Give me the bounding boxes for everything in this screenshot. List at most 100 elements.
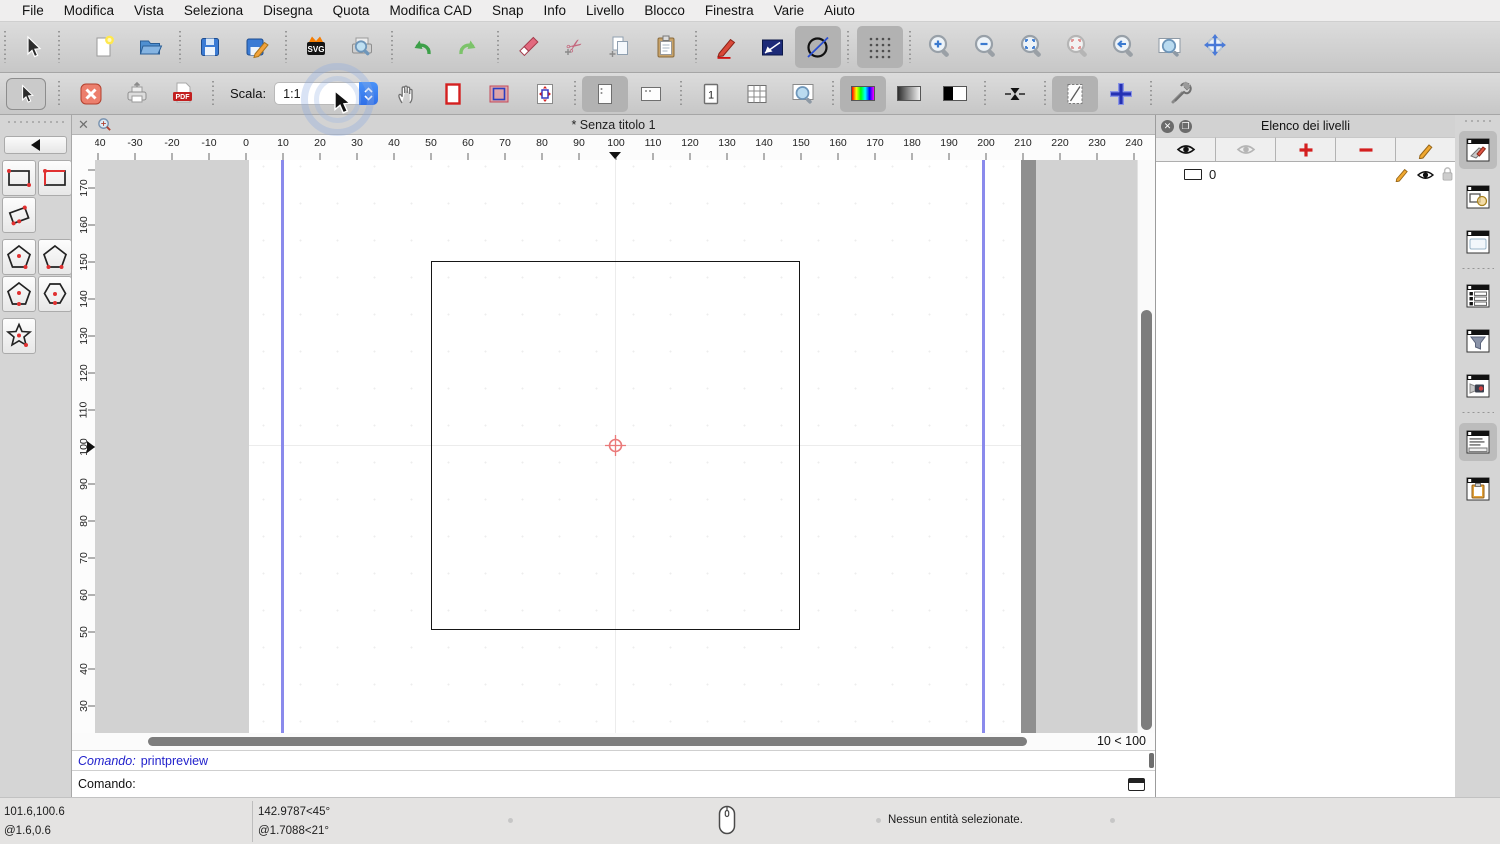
command-input[interactable] [140, 777, 1155, 791]
close-x-icon [78, 81, 104, 107]
open-file-button[interactable] [127, 26, 173, 68]
menu-item[interactable]: Aiuto [814, 3, 865, 18]
multi-page-button[interactable] [734, 76, 780, 112]
menu-item[interactable]: Livello [576, 3, 634, 18]
settings-tools-button[interactable] [1158, 76, 1204, 112]
close-print-preview-button[interactable] [68, 76, 114, 112]
command-window-button[interactable] [1459, 423, 1497, 461]
color-mode-button[interactable] [840, 76, 886, 112]
horizontal-scrollbar[interactable]: 10 < 100 [72, 733, 1155, 750]
remove-layer-button[interactable] [1336, 137, 1396, 161]
menu-item[interactable]: Vista [124, 3, 174, 18]
filter-window-button[interactable] [1462, 322, 1494, 360]
grid-toggle-button[interactable] [857, 26, 903, 68]
show-all-layers-button[interactable] [1156, 137, 1216, 161]
zoom-in-button[interactable] [917, 26, 963, 68]
save-as-button[interactable] [233, 26, 279, 68]
save-button[interactable] [187, 26, 233, 68]
menu-item[interactable]: Finestra [695, 3, 764, 18]
zoom-back-button[interactable] [1101, 26, 1147, 68]
select-arrow-button[interactable] [12, 26, 52, 68]
landscape-orientation-button[interactable] [628, 76, 674, 112]
history-scrollbar-thumb[interactable] [1149, 753, 1154, 768]
command-window-toggle-icon[interactable] [1128, 778, 1145, 791]
menu-item[interactable]: File [12, 3, 54, 18]
zoom-auto-button[interactable] [1009, 26, 1055, 68]
pen-button[interactable] [703, 26, 749, 68]
dock-drag-handle[interactable] [6, 120, 64, 124]
tab-title[interactable]: * Senza titolo 1 [72, 118, 1155, 132]
edit-layer-button[interactable] [1396, 137, 1455, 161]
crosshair-button[interactable] [1098, 76, 1144, 112]
paper-border-button[interactable] [430, 76, 476, 112]
layer-edit-pencil-icon[interactable] [1394, 166, 1410, 182]
undo-button[interactable] [399, 26, 445, 68]
paste-button[interactable] [643, 26, 689, 68]
menu-item[interactable]: Modifica CAD [379, 3, 482, 18]
menu-item[interactable]: Seleziona [174, 3, 253, 18]
layer-select-box[interactable] [1184, 169, 1202, 180]
zoom-previous-view-button[interactable] [1055, 26, 1101, 68]
cut-button[interactable]: ✂ [551, 26, 597, 68]
polygon-2vertices-button[interactable] [38, 239, 72, 275]
zoom-window-button[interactable] [1147, 26, 1193, 68]
blackwhite-mode-button[interactable] [932, 76, 978, 112]
export-pdf-button[interactable]: PDF [160, 76, 206, 112]
circle-attributes-button[interactable] [795, 26, 841, 68]
rectangle-2corners-button[interactable] [2, 160, 36, 196]
pen-properties-window-button[interactable] [1459, 131, 1497, 169]
zoom-pan-button[interactable] [1193, 26, 1239, 68]
layer-lock-icon[interactable] [1441, 166, 1454, 182]
single-page-button[interactable]: 1 [688, 76, 734, 112]
center-on-page-button[interactable] [522, 76, 568, 112]
portrait-orientation-button[interactable] [582, 76, 628, 112]
menu-item[interactable]: Quota [323, 3, 380, 18]
layer-visibility-eye-icon[interactable] [1416, 168, 1435, 182]
rectangle-corner-size-button[interactable] [38, 160, 72, 196]
view-window-button[interactable] [1462, 367, 1494, 405]
clipboard-window-button[interactable] [1462, 470, 1494, 508]
draft-mode-button[interactable] [1052, 76, 1098, 112]
back-button[interactable] [4, 136, 67, 154]
redo-button[interactable] [445, 26, 491, 68]
line-button[interactable] [749, 26, 795, 68]
fit-to-page-button[interactable] [476, 76, 522, 112]
new-document-button[interactable] [81, 26, 127, 68]
menu-item[interactable]: Blocco [634, 3, 695, 18]
print-button[interactable] [114, 76, 160, 112]
grayscale-mode-button[interactable] [886, 76, 932, 112]
h-ruler-label: 90 [561, 135, 598, 149]
star-button[interactable] [2, 318, 36, 354]
svg-text:PDF: PDF [176, 94, 191, 101]
copy-button[interactable] [597, 26, 643, 68]
export-svg-button[interactable]: SVG [293, 26, 339, 68]
menu-item[interactable]: Modifica [54, 3, 124, 18]
layer-row[interactable]: 0 [1156, 162, 1455, 186]
rectangle-3points-button[interactable] [2, 197, 36, 233]
polygon-center-edge-button[interactable] [2, 276, 36, 312]
zoom-out-button[interactable] [963, 26, 1009, 68]
block-list-window-button[interactable] [1462, 277, 1494, 315]
strip-drag-handle[interactable] [1463, 119, 1493, 123]
menu-item[interactable]: Varie [764, 3, 815, 18]
hide-all-layers-button[interactable] [1216, 137, 1276, 161]
h-ruler-label: 150 [783, 135, 820, 149]
print-preview-button[interactable] [339, 26, 385, 68]
preview-window-button[interactable] [1462, 223, 1494, 261]
zoom-page-button[interactable] [780, 76, 826, 112]
shapes-window-button[interactable] [1462, 178, 1494, 216]
hexagon-button[interactable] [38, 276, 72, 312]
vertical-scrollbar[interactable] [1137, 160, 1155, 733]
pan-hand-button[interactable] [384, 76, 430, 112]
drawing-canvas[interactable] [95, 160, 1137, 733]
select-tool-button[interactable] [0, 76, 52, 112]
add-layer-button[interactable] [1276, 137, 1336, 161]
horizontal-scrollbar-thumb[interactable] [148, 737, 1027, 746]
menu-item[interactable]: Disegna [253, 3, 323, 18]
polygon-center-vertex-button[interactable] [2, 239, 36, 275]
delete-entities-button[interactable] [505, 26, 551, 68]
menu-item[interactable]: Snap [482, 3, 534, 18]
menu-item[interactable]: Info [534, 3, 577, 18]
line-width-button[interactable] [992, 76, 1038, 112]
vertical-scrollbar-thumb[interactable] [1141, 310, 1152, 730]
